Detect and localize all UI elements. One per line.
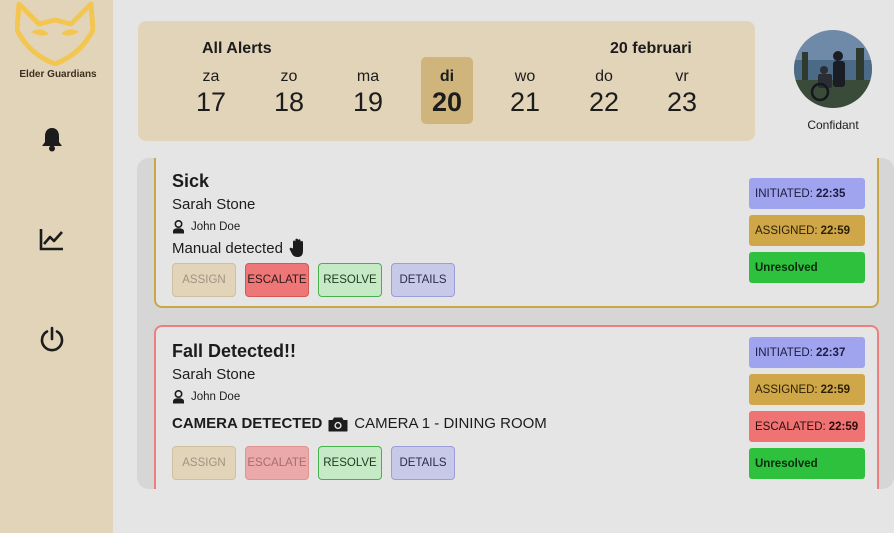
status-time: 22:59 [828, 420, 859, 433]
alert-handler: John Doe [172, 390, 240, 404]
alert-method-text: CAMERA DETECTED [172, 415, 323, 432]
camera-icon [328, 417, 348, 431]
alert-handler: John Doe [172, 220, 240, 234]
profile-avatar[interactable] [794, 30, 872, 108]
day-name: wo [514, 68, 536, 85]
alert-actions: ASSIGN ESCALATE RESOLVE DETAILS [172, 263, 455, 297]
alerts-list[interactable]: Sick Sarah Stone John Doe Manual detecte… [137, 158, 894, 489]
day-name: ma [356, 68, 380, 85]
brand-logo[interactable]: Elder Guardians [8, 2, 102, 82]
alert-detection-method: Manual detected [172, 238, 307, 258]
details-button[interactable]: DETAILS [391, 446, 455, 480]
escalate-button[interactable]: ESCALATE [245, 446, 309, 480]
status-label: ESCALATED: [755, 420, 826, 433]
day-number: 22 [588, 87, 620, 117]
calendar-title: All Alerts [202, 40, 272, 57]
day-name: di [439, 68, 455, 85]
alert-method-text: Manual detected [172, 239, 283, 257]
day-name: zo [280, 68, 298, 85]
day-za[interactable]: za 17 [185, 57, 237, 124]
status-label: ASSIGNED: [755, 224, 818, 237]
bell-icon [42, 128, 62, 152]
alert-title: Fall Detected!! [172, 341, 297, 361]
alert-person: Sarah Stone [172, 366, 256, 383]
alert-card: Fall Detected!! Sarah Stone John Doe CAM… [154, 325, 879, 489]
alert-actions: ASSIGN ESCALATE RESOLVE DETAILS [172, 446, 455, 480]
status-time: 22:35 [815, 187, 846, 200]
status-label: ASSIGNED: [755, 383, 818, 396]
status-initiated-badge: INITIATED: 22:35 [749, 178, 865, 209]
status-escalated-badge: ESCALATED: 22:59 [749, 411, 865, 442]
brand-name: Elder Guardians [19, 69, 97, 80]
status-label: INITIATED: [755, 346, 813, 359]
alert-handler-name: John Doe [191, 391, 241, 403]
day-ma[interactable]: ma 19 [342, 57, 394, 124]
avatar-photo [794, 30, 872, 108]
resolve-button[interactable]: RESOLVE [318, 263, 382, 297]
calendar-current-date: 20 februari [610, 40, 692, 57]
assign-button[interactable]: ASSIGN [172, 263, 236, 297]
status-state-badge: Unresolved [749, 448, 865, 479]
alert-card: Sick Sarah Stone John Doe Manual detecte… [154, 158, 879, 308]
day-name: za [202, 68, 220, 85]
nav-logout[interactable] [38, 325, 66, 353]
hand-icon [289, 238, 303, 257]
mask-logo-icon [15, 2, 95, 66]
status-label: INITIATED: [755, 187, 813, 200]
assign-button[interactable]: ASSIGN [172, 446, 236, 480]
status-state-badge: Unresolved [749, 252, 865, 283]
day-number: 17 [195, 87, 227, 117]
day-number: 21 [509, 87, 541, 117]
user-icon [173, 390, 184, 404]
day-number: 20 [431, 87, 463, 117]
chart-line-icon [39, 229, 63, 251]
day-wo[interactable]: wo 21 [499, 57, 551, 124]
profile-label: Confidant [807, 118, 859, 132]
status-assigned-badge: ASSIGNED: 22:59 [749, 374, 865, 405]
day-di-selected[interactable]: di 20 [421, 57, 473, 124]
day-zo[interactable]: zo 18 [263, 57, 315, 124]
day-do[interactable]: do 22 [578, 57, 630, 124]
power-icon [40, 326, 64, 352]
day-number: 23 [666, 87, 698, 117]
status-time: 22:59 [820, 383, 851, 396]
alert-camera-name: CAMERA 1 - DINING ROOM [354, 415, 547, 432]
calendar-panel: All Alerts 20 februari za 17 zo 18 ma 19… [138, 21, 755, 141]
day-vr[interactable]: vr 23 [656, 57, 708, 124]
user-icon [173, 220, 184, 234]
status-assigned-badge: ASSIGNED: 22:59 [749, 215, 865, 246]
day-name: vr [675, 68, 689, 85]
sidebar: Elder Guardians [0, 0, 113, 533]
alert-handler-name: John Doe [191, 221, 241, 233]
nav-statistics[interactable] [38, 225, 66, 253]
alert-person: Sarah Stone [172, 196, 256, 213]
details-button[interactable]: DETAILS [391, 263, 455, 297]
status-initiated-badge: INITIATED: 22:37 [749, 337, 865, 368]
escalate-button[interactable]: ESCALATE [245, 263, 309, 297]
day-number: 19 [352, 87, 384, 117]
status-time: 22:59 [820, 224, 851, 237]
day-number: 18 [273, 87, 305, 117]
status-time: 22:37 [815, 346, 846, 359]
nav-alerts[interactable] [38, 125, 66, 153]
day-name: do [595, 68, 613, 85]
alert-title: Sick [172, 171, 210, 191]
resolve-button[interactable]: RESOLVE [318, 446, 382, 480]
alert-detection-method: CAMERA DETECTED CAMERA 1 - DINING ROOM [172, 415, 547, 432]
